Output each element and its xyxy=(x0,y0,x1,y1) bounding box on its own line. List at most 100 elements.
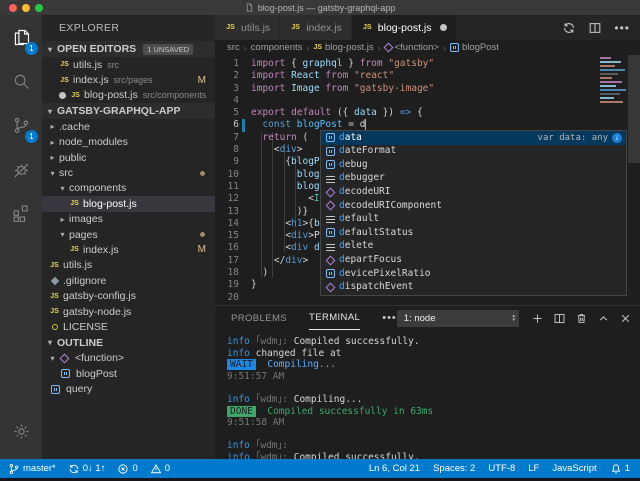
tree-item-node-modules[interactable]: ▸ node_modules xyxy=(42,135,215,150)
status-item-spaces-2[interactable]: Spaces: 2 xyxy=(433,463,475,474)
code-line: 2 import React from "react" xyxy=(215,70,640,82)
tab-strip: JS utils.js JS index.js JS blog-post.js xyxy=(215,15,457,40)
synchronize-changes-icon[interactable] xyxy=(562,21,576,35)
status-item-lf[interactable]: LF xyxy=(528,463,539,474)
tree-item-public[interactable]: ▸ public xyxy=(42,150,215,165)
close-panel-icon[interactable] xyxy=(619,312,632,325)
status-item-0[interactable]: 0 xyxy=(150,463,170,475)
breadcrumb-item-src[interactable]: src xyxy=(227,42,240,53)
minimap-line xyxy=(600,101,624,103)
suggest-item-delete[interactable]: delete xyxy=(321,240,626,254)
tree-item-blog-post-js[interactable]: JS blog-post.js xyxy=(42,196,215,212)
status-item-1[interactable]: 1 xyxy=(610,463,630,475)
open-editor-blog-post-js[interactable]: JS blog-post.js src/components xyxy=(42,88,215,103)
more-actions-icon[interactable]: ••• xyxy=(614,21,630,35)
terminal-output[interactable]: info ｢wdm｣: Compiled successfully. info c… xyxy=(215,330,640,464)
suggest-item-departFocus[interactable]: departFocus xyxy=(321,253,626,267)
code-area[interactable]: 1 import { graphql } from "gatsby" 2 import… xyxy=(215,55,640,305)
editor-tab-utils-js[interactable]: JS utils.js xyxy=(215,15,281,40)
item-description: src xyxy=(107,59,120,70)
panel-more-icon[interactable]: ••• xyxy=(382,312,397,324)
open-editors-header[interactable]: ▾ OPEN EDITORS 1 UNSAVED xyxy=(42,41,215,57)
activity-item-search[interactable] xyxy=(0,59,42,103)
status-item-0-1-[interactable]: 0↓ 1↑ xyxy=(68,463,105,475)
suggest-item-dateFormat[interactable]: dateFormat xyxy=(321,145,626,159)
line-number: 8 xyxy=(233,144,239,156)
code-text: blog xyxy=(296,180,320,192)
tree-item-license[interactable]: LICENSE xyxy=(42,319,215,334)
tree-item-gatsby-config-js[interactable]: JS gatsby-config.js xyxy=(42,288,215,303)
status-item-master-[interactable]: master* xyxy=(8,463,56,475)
suggest-item-debugger[interactable]: debugger xyxy=(321,172,626,186)
suggest-item-data[interactable]: data var data: any i xyxy=(321,131,626,145)
item-label: src xyxy=(59,167,73,180)
suggest-label: departFocus xyxy=(339,253,402,265)
outline-item-query[interactable]: query xyxy=(42,381,215,396)
suggest-item-defaultStatus[interactable]: defaultStatus xyxy=(321,226,626,240)
minimize-window-button[interactable] xyxy=(22,3,30,12)
tree-item-gatsby-node-js[interactable]: JS gatsby-node.js xyxy=(42,304,215,319)
close-window-button[interactable] xyxy=(9,3,17,12)
gitignore-icon xyxy=(48,276,61,286)
line-number: 2 xyxy=(233,70,239,82)
status-item-utf-8[interactable]: UTF-8 xyxy=(488,463,515,474)
activity-item-explorer[interactable]: 1 xyxy=(0,15,42,59)
split-editor-icon[interactable] xyxy=(588,21,602,35)
tree-item-src[interactable]: ▾ src xyxy=(42,165,215,180)
suggest-label: debug xyxy=(339,158,368,170)
tree-item-images[interactable]: ▸ images xyxy=(42,212,215,227)
editor-tab-blog-post-js[interactable]: JS blog-post.js xyxy=(351,15,457,40)
suggest-item-default[interactable]: default xyxy=(321,213,626,227)
breadcrumb-item-components[interactable]: components xyxy=(251,42,303,53)
panel-tab-terminal[interactable]: TERMINAL xyxy=(309,306,361,330)
activity-item-settings[interactable] xyxy=(0,409,42,453)
open-editor-index-js[interactable]: JS index.js src/pages M xyxy=(42,72,215,87)
chevron-expanded-icon: ▾ xyxy=(60,183,65,193)
line-number: 3 xyxy=(233,82,239,94)
outline-header[interactable]: ▾ OUTLINE xyxy=(42,335,215,351)
minimap[interactable] xyxy=(600,57,627,105)
tree-item-utils-js[interactable]: JS utils.js xyxy=(42,258,215,273)
tree-item-index-js[interactable]: JS index.js M xyxy=(42,242,215,257)
terminal-line: info ｢wdm｣: Compiled successfully. xyxy=(227,336,420,347)
outline-item-blogpost[interactable]: blogPost xyxy=(42,366,215,381)
line-number: 1 xyxy=(233,58,239,69)
tree-item-pages[interactable]: ▾ pages xyxy=(42,227,215,242)
breadcrumb-item--function-[interactable]: <function> xyxy=(395,42,439,53)
terminal-select[interactable]: 1: node ▴ ▾ xyxy=(396,309,519,327)
new-terminal-icon[interactable] xyxy=(531,312,544,325)
panel-tab-problems[interactable]: PROBLEMS xyxy=(231,306,287,330)
activity-item-extensions[interactable] xyxy=(0,191,42,235)
code-text: ) xyxy=(251,267,269,279)
zoom-window-button[interactable] xyxy=(35,3,43,12)
split-terminal-icon[interactable] xyxy=(553,312,566,325)
maximize-panel-icon[interactable] xyxy=(597,312,610,325)
suggest-item-decodeURI[interactable]: decodeURI xyxy=(321,185,626,199)
suggest-item-dispatchEvent[interactable]: dispatchEvent xyxy=(321,281,626,295)
kill-terminal-icon[interactable] xyxy=(575,312,588,325)
breadcrumb-item-blog-post-js[interactable]: blog-post.js xyxy=(325,42,374,53)
status-item-javascript[interactable]: JavaScript xyxy=(552,463,596,474)
editor-group: JS utils.js JS index.js JS blog-post.js ••• s… xyxy=(215,15,640,305)
tree-item--cache[interactable]: ▸ .cache xyxy=(42,119,215,134)
info-icon[interactable]: i xyxy=(612,132,622,143)
breadcrumb-item-blogpost[interactable]: blogPost xyxy=(462,42,499,53)
status-item-label: 0 xyxy=(132,463,138,474)
terminal-line: WAIT Compiling... xyxy=(227,359,640,371)
status-item-0[interactable]: 0 xyxy=(117,463,138,475)
suggest-item-devicePixelRatio[interactable]: devicePixelRatio xyxy=(321,267,626,281)
editor-scrollbar[interactable] xyxy=(628,55,640,163)
open-editor-utils-js[interactable]: JS utils.js src xyxy=(42,57,215,72)
activity-item-debug[interactable] xyxy=(0,147,42,191)
suggest-label: debugger xyxy=(339,172,385,184)
activity-item-source-control[interactable]: 1 xyxy=(0,103,42,147)
tree-item--gitignore[interactable]: .gitignore xyxy=(42,273,215,288)
tree-item-components[interactable]: ▾ components xyxy=(42,181,215,196)
suggest-item-debug[interactable]: debug xyxy=(321,158,626,172)
outline-item--function-[interactable]: ▾ <function> xyxy=(42,351,215,366)
editor-tab-index-js[interactable]: JS index.js xyxy=(280,15,352,40)
project-header[interactable]: ▾ GATSBY-GRAPHQL-APP xyxy=(42,103,215,120)
status-item-ln-6-col-21[interactable]: Ln 6, Col 21 xyxy=(369,463,420,474)
suggest-item-decodeURIComponent[interactable]: decodeURIComponent xyxy=(321,199,626,213)
text-cursor xyxy=(365,119,367,131)
